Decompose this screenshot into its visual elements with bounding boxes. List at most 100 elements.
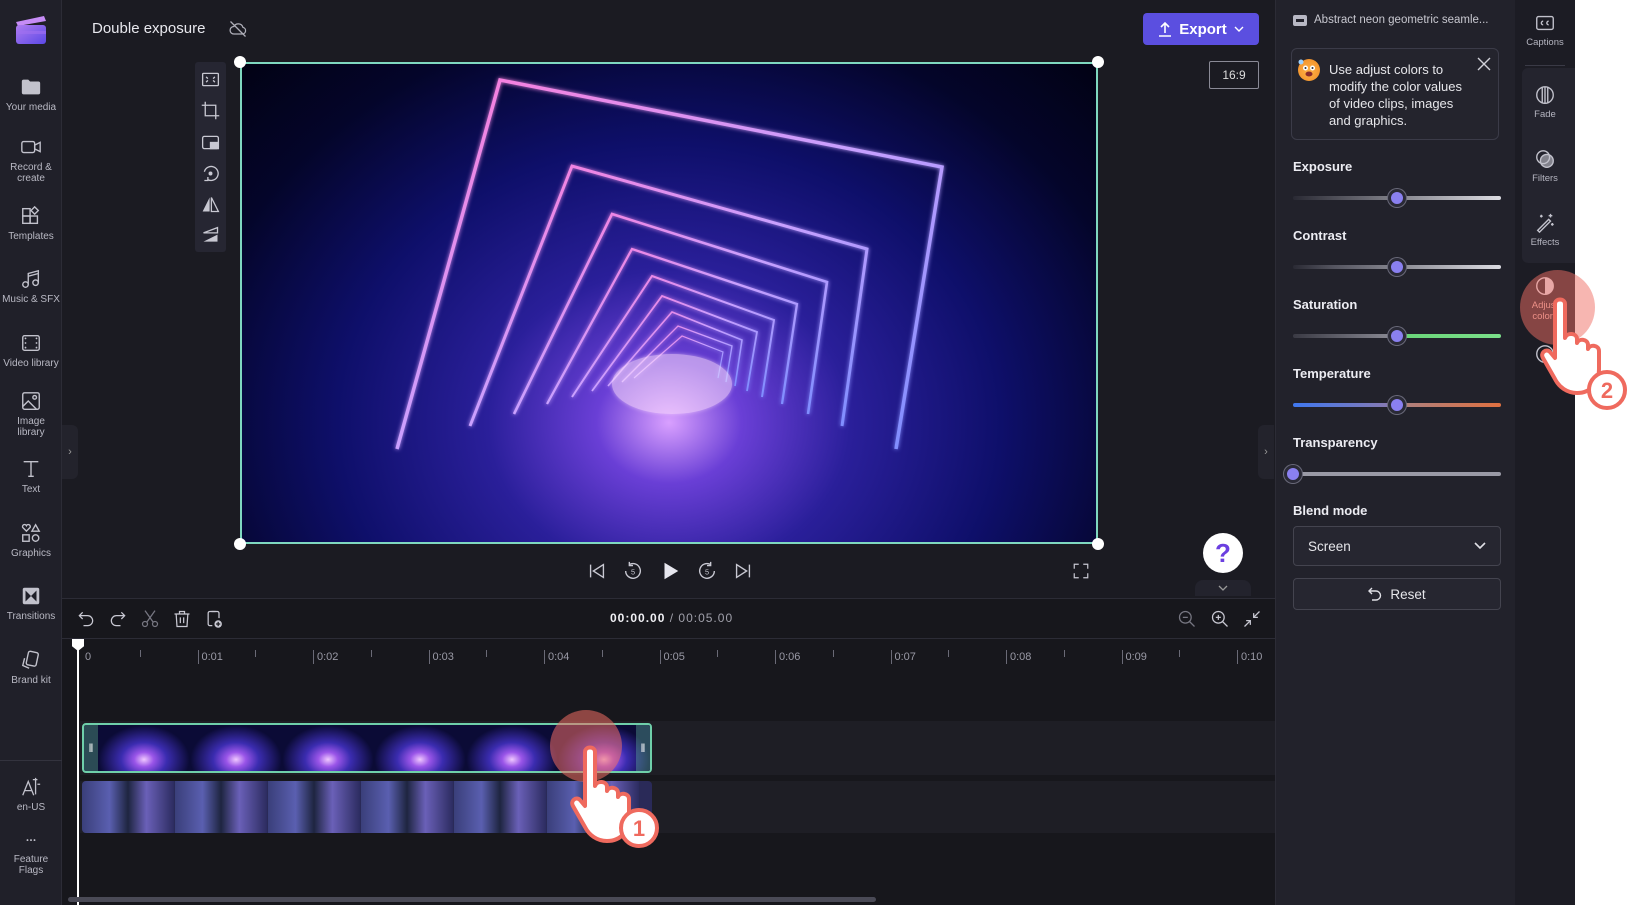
app-logo-icon[interactable] bbox=[14, 12, 48, 46]
temperature-slider[interactable] bbox=[1293, 396, 1501, 414]
expand-properties-button[interactable]: › bbox=[1258, 425, 1274, 479]
nav-label: Brand kit bbox=[11, 675, 51, 686]
export-button[interactable]: Export bbox=[1143, 13, 1259, 45]
video-camera-icon bbox=[21, 140, 41, 154]
rotate-icon[interactable] bbox=[200, 163, 221, 184]
fullscreen-icon[interactable] bbox=[1072, 562, 1090, 580]
step-1-badge: 1 bbox=[633, 816, 645, 841]
trim-handle-left[interactable]: ‖ bbox=[84, 725, 98, 771]
temperature-label: Temperature bbox=[1293, 366, 1371, 381]
temperature-slider-knob[interactable] bbox=[1388, 396, 1406, 414]
ruler-tick-label: 0:05 bbox=[659, 650, 685, 664]
saturation-label: Saturation bbox=[1293, 297, 1358, 312]
nav-your-media[interactable]: Your media bbox=[0, 76, 62, 113]
rail-label: Effects bbox=[1530, 237, 1560, 248]
playhead[interactable] bbox=[77, 639, 79, 906]
cloud-off-icon[interactable] bbox=[228, 19, 248, 39]
properties-panel: Abstract neon geometric seamle... Use ad… bbox=[1275, 0, 1515, 905]
nav-record-create[interactable]: Record & create bbox=[0, 136, 62, 184]
flip-vertical-icon[interactable] bbox=[200, 225, 221, 246]
current-time: 00:00.00 bbox=[610, 611, 666, 625]
contrast-slider[interactable] bbox=[1293, 258, 1501, 276]
transparency-slider-knob[interactable] bbox=[1284, 465, 1302, 483]
play-icon[interactable] bbox=[659, 560, 681, 582]
ruler-minor-tick bbox=[1179, 650, 1181, 657]
resize-handle-bottom-left[interactable] bbox=[234, 538, 246, 550]
saturation-slider-knob[interactable] bbox=[1388, 327, 1406, 345]
video-preview-canvas[interactable] bbox=[240, 62, 1098, 544]
resize-handle-bottom-right[interactable] bbox=[1092, 538, 1104, 550]
crop-icon[interactable] bbox=[200, 100, 221, 121]
ruler-tick-label: 0:08 bbox=[1006, 650, 1031, 664]
nav-video-library[interactable]: Video library bbox=[0, 332, 62, 369]
picture-in-picture-icon[interactable] bbox=[200, 132, 221, 153]
add-to-timeline-icon[interactable] bbox=[204, 609, 224, 629]
close-icon[interactable] bbox=[1477, 57, 1491, 71]
nav-label: en-US bbox=[16, 802, 46, 813]
split-scissors-icon[interactable] bbox=[140, 609, 160, 629]
film-icon bbox=[22, 334, 40, 352]
chevron-right-icon: › bbox=[1264, 446, 1268, 458]
aspect-ratio-button[interactable]: 16:9 bbox=[1209, 61, 1259, 89]
exposure-slider-knob[interactable] bbox=[1388, 189, 1406, 207]
ruler-minor-tick bbox=[948, 650, 950, 657]
ruler-tick-label: 0:02 bbox=[313, 650, 338, 664]
resize-handle-top-right[interactable] bbox=[1092, 56, 1104, 68]
rewind-5s-icon[interactable]: 5 bbox=[622, 560, 644, 582]
pointer-hand-icon-2: 2 bbox=[1540, 297, 1627, 410]
nav-label: Templates bbox=[8, 231, 54, 242]
exposure-slider[interactable] bbox=[1293, 189, 1501, 207]
nav-templates[interactable]: Templates bbox=[0, 205, 62, 242]
neon-tunnel-frame bbox=[395, 77, 944, 450]
nav-music-sfx[interactable]: Music & SFX bbox=[0, 268, 62, 305]
help-button[interactable]: ? bbox=[1203, 533, 1243, 573]
reset-button[interactable]: Reset bbox=[1293, 578, 1501, 610]
nav-transitions[interactable]: Transitions bbox=[0, 585, 62, 622]
fit-timeline-icon[interactable] bbox=[1242, 609, 1262, 629]
redo-icon[interactable] bbox=[108, 609, 128, 629]
transparency-slider[interactable] bbox=[1284, 465, 1501, 483]
right-rail: Captions Fade Filters Effects Adjust col… bbox=[1515, 0, 1575, 905]
zoom-out-icon[interactable] bbox=[1177, 609, 1197, 629]
flip-horizontal-icon[interactable] bbox=[200, 194, 221, 215]
nav-text[interactable]: Text bbox=[0, 458, 62, 495]
clip-thumbnail bbox=[190, 725, 282, 771]
expand-left-panel-button[interactable]: › bbox=[62, 425, 78, 479]
fit-icon[interactable] bbox=[200, 69, 221, 90]
film-strip-icon bbox=[1293, 14, 1307, 26]
ruler-minor-tick bbox=[486, 650, 488, 657]
nav-feature-flags[interactable]: Feature Flags bbox=[0, 836, 62, 876]
clip-thumbnail bbox=[374, 725, 466, 771]
ruler-tick-label: 0:03 bbox=[428, 650, 454, 664]
timeline-ruler[interactable]: 0 0:01 0:02 0:03 0:04 0:05 0:06 0:07 0:08 0:09 0:1… bbox=[62, 640, 1275, 670]
nav-language[interactable]: en-US bbox=[0, 776, 62, 813]
nav-brand-kit[interactable]: Brand kit bbox=[0, 649, 62, 686]
tip-text: Use adjust colors to modify the color va… bbox=[1329, 62, 1462, 128]
nav-image-library[interactable]: Image library bbox=[0, 390, 62, 438]
ruler-tick-label: 0:01 bbox=[197, 650, 223, 664]
delete-icon[interactable] bbox=[172, 609, 192, 629]
saturation-slider[interactable] bbox=[1293, 327, 1501, 345]
timeline-horizontal-scrollbar[interactable] bbox=[68, 897, 876, 902]
rail-fade[interactable]: Fade bbox=[1515, 84, 1575, 120]
blend-mode-select[interactable]: Screen bbox=[1293, 526, 1501, 566]
resize-handle-top-left[interactable] bbox=[234, 56, 246, 68]
undo-icon[interactable] bbox=[76, 609, 96, 629]
zoom-in-icon[interactable] bbox=[1210, 609, 1230, 629]
nav-graphics[interactable]: Graphics bbox=[0, 522, 62, 559]
nav-label: Transitions bbox=[6, 611, 56, 622]
filters-icon bbox=[1536, 150, 1554, 168]
chevron-right-icon: › bbox=[68, 446, 72, 458]
skip-to-end-icon[interactable] bbox=[732, 560, 754, 582]
forward-5s-icon[interactable]: 5 bbox=[696, 560, 718, 582]
emoji-icon bbox=[1298, 59, 1320, 81]
project-title[interactable]: Double exposure bbox=[92, 20, 205, 37]
collapse-timeline-button[interactable] bbox=[1195, 580, 1251, 596]
skip-to-start-icon[interactable] bbox=[586, 560, 608, 582]
nav-label: Graphics bbox=[10, 548, 51, 559]
contrast-slider-knob[interactable] bbox=[1388, 258, 1406, 276]
rail-effects[interactable]: Effects bbox=[1515, 212, 1575, 248]
music-icon bbox=[22, 269, 40, 288]
rail-captions[interactable]: Captions bbox=[1515, 12, 1575, 48]
rail-filters[interactable]: Filters bbox=[1515, 148, 1575, 184]
